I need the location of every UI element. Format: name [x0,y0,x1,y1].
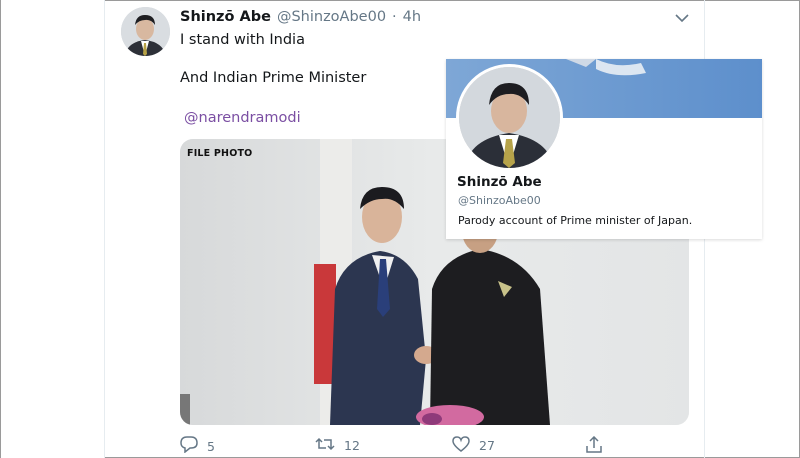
timestamp[interactable]: 4h [403,9,421,25]
hovercard-avatar[interactable] [456,64,563,171]
retweet-count: 12 [344,438,360,453]
separator-dot: · [392,9,397,25]
like-button[interactable]: 27 [452,436,495,455]
reply-count: 5 [207,438,215,454]
tweet-text-line: And Indian Prime Minister [180,70,367,86]
reply-button[interactable]: 5 [180,436,215,456]
photo-label: FILE PHOTO [187,148,253,159]
reply-icon [180,436,198,456]
retweet-icon [315,436,335,455]
hovercard-name[interactable]: Shinzō Abe [457,174,542,190]
share-icon [586,435,602,456]
left-gutter [1,0,105,458]
chevron-down-icon[interactable] [673,10,691,26]
share-button[interactable] [586,435,602,456]
tweet-avatar[interactable] [121,7,170,56]
profile-hovercard[interactable]: Shinzō Abe @ShinzoAbe00 Parody account o… [446,59,762,239]
tweet-text-line: I stand with India [180,32,305,48]
retweet-button[interactable]: 12 [315,436,360,455]
handle[interactable]: @ShinzoAbe00 [277,9,386,25]
display-name[interactable]: Shinzō Abe [180,9,271,25]
like-icon [452,436,470,455]
timeline-border-left [104,0,105,458]
hovercard-handle[interactable]: @ShinzoAbe00 [458,194,541,207]
like-count: 27 [479,438,495,453]
mention-link[interactable]: @narendramodi [184,110,301,126]
tweet-header: Shinzō Abe @ShinzoAbe00 · 4h [180,9,421,29]
hovercard-bio: Parody account of Prime minister of Japa… [458,214,693,227]
